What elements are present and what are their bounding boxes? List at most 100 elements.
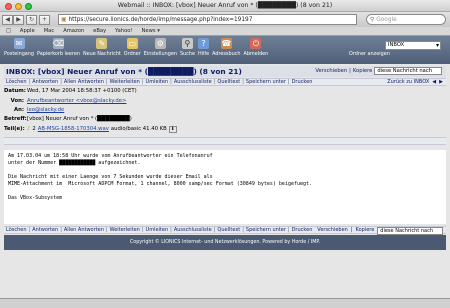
- action-print[interactable]: Drucken: [292, 79, 313, 85]
- bottom-action-reply[interactable]: Antworten: [32, 227, 58, 233]
- window-title: Webmail :: INBOX: [vbox] Neuer Anruf von…: [117, 2, 333, 9]
- settings-icon: ⚙: [154, 38, 166, 49]
- bookmark-ebay[interactable]: eBay: [93, 28, 106, 34]
- bookmark-yahoo[interactable]: Yahoo!: [115, 28, 132, 34]
- copy-link[interactable]: Kopiere: [353, 68, 372, 74]
- toolbar-inbox-button[interactable]: ✉ Posteingang: [4, 38, 34, 57]
- forward-button[interactable]: ▶: [13, 14, 24, 25]
- save-attachment-icon[interactable]: ⬇: [168, 125, 177, 133]
- action-reply[interactable]: Antworten: [32, 79, 58, 85]
- reload-icon: ↻: [28, 15, 35, 23]
- toolbar-logout-button[interactable]: ⏻ Abmelden: [243, 38, 268, 57]
- upper-divider-bar: [4, 137, 446, 145]
- toolbar-settings-button[interactable]: ⚙ Einstellungen: [144, 38, 177, 57]
- search-icon: ⚲: [181, 38, 193, 49]
- top-nav: Zurück zu INBOX ◀ ▶: [387, 79, 443, 85]
- search-field[interactable]: ⚲ Google: [366, 14, 446, 25]
- bottom-action-forward[interactable]: Weiterleiten: [110, 227, 140, 233]
- action-save-as[interactable]: Speichern unter: [246, 79, 286, 85]
- to-link[interactable]: leo@slacky.de: [27, 107, 64, 113]
- message-body: Am 17.03.04 um 18:58 Uhr wurde vom Anruf…: [4, 150, 446, 224]
- next-message-icon[interactable]: ▶: [439, 79, 443, 85]
- back-arrow-icon: ◀: [5, 15, 10, 23]
- logout-icon: ⏻: [250, 38, 262, 49]
- bottom-target-folder-select[interactable]: diese Nachricht nach: [377, 227, 443, 235]
- toolbar-compose-button[interactable]: ✎ Neue Nachricht: [83, 38, 121, 57]
- target-folder-select[interactable]: diese Nachricht nach: [374, 67, 442, 75]
- message-title-links: Verschieben | Kopiere diese Nachricht na…: [315, 67, 442, 75]
- bottom-copy-link[interactable]: Kopiere: [356, 227, 375, 235]
- browser-window: Webmail :: INBOX: [vbox] Neuer Anruf von…: [0, 0, 450, 308]
- top-action-bar: Löschen | Antworten | Allen Antworten | Wei…: [4, 78, 446, 86]
- zoom-window-button[interactable]: [25, 2, 32, 10]
- from-link[interactable]: Anrufbeantworter <vbox@slacky.de>: [27, 98, 126, 104]
- reload-button[interactable]: ↻: [26, 14, 37, 25]
- bottom-action-bar: Löschen | Antworten | Allen Antworten | Wei…: [4, 226, 446, 235]
- toolbar-help-button[interactable]: ? Hilfe: [198, 38, 209, 57]
- magnifier-icon: ⚲: [370, 16, 375, 23]
- back-button[interactable]: ◀: [2, 14, 13, 25]
- move-link[interactable]: Verschieben: [315, 68, 347, 74]
- action-forward[interactable]: Weiterleiten: [110, 79, 140, 85]
- header-parts-row: Teil(e): ♪ 2 AB-MSG-1858-170304.wav audi…: [4, 124, 446, 134]
- attachment-number: 2: [32, 126, 36, 132]
- date-label: Datum:: [4, 88, 26, 94]
- close-window-button[interactable]: [5, 2, 12, 10]
- url-text: https://secure.lionics.de/horde/imp/mess…: [68, 16, 253, 23]
- browser-status-bar: [0, 298, 450, 308]
- forward-arrow-icon: ▶: [16, 15, 21, 23]
- bottom-action-redirect[interactable]: Umleiten: [146, 227, 169, 233]
- bookmarks-book-icon[interactable]: □: [6, 28, 11, 34]
- action-reply-all[interactable]: Allen Antworten: [64, 79, 104, 85]
- browser-toolbar: ◀ ▶ ↻ + ▣ https://secure.lionics.de/hord…: [0, 12, 450, 27]
- folder-icon: ▭: [126, 38, 138, 49]
- attachment-link[interactable]: AB-MSG-1858-170304.wav: [38, 126, 109, 132]
- toolbar-search-button[interactable]: ⚲ Suche: [180, 38, 195, 57]
- bottom-action-reply-all[interactable]: Allen Antworten: [64, 227, 104, 233]
- action-redirect[interactable]: Umleiten: [146, 79, 169, 85]
- header-to-row: An: leo@slacky.de: [4, 106, 446, 114]
- attachment-item: ♪ 2 AB-MSG-1858-170304.wav audio/basic 4…: [27, 125, 177, 133]
- header-date-row: Datum: Wed, 17 Mar 2004 18:58:37 +0100 (…: [4, 87, 446, 95]
- show-folder-button[interactable]: Ordner anzeigen: [349, 51, 390, 57]
- action-blacklist[interactable]: Ausschlussliste: [174, 79, 212, 85]
- message-title: INBOX: [vbox] Neuer Anruf von * (███████…: [6, 67, 242, 76]
- folder-select[interactable]: INBOX: [385, 41, 441, 50]
- from-label: Von:: [10, 98, 24, 104]
- bottom-action-source[interactable]: Quelltext: [217, 227, 240, 233]
- action-source[interactable]: Quelltext: [217, 79, 240, 85]
- copyright-footer: Copyright © LIONICS Internet- und Netzwe…: [4, 235, 446, 250]
- subject-label: Betreff:: [4, 116, 27, 122]
- help-icon: ?: [198, 38, 210, 49]
- addressbook-icon: ☎: [220, 38, 232, 49]
- attachment-meta: audio/basic 41.40 KB: [110, 126, 167, 132]
- message-title-bar: INBOX: [vbox] Neuer Anruf von * (███████…: [4, 66, 446, 77]
- window-titlebar: Webmail :: INBOX: [vbox] Neuer Anruf von…: [0, 0, 450, 12]
- compose-icon: ✎: [96, 38, 108, 49]
- back-to-inbox-link[interactable]: Zurück zu INBOX: [387, 79, 429, 85]
- inbox-icon: ✉: [13, 38, 25, 49]
- add-bookmark-button[interactable]: +: [39, 14, 50, 25]
- bookmarks-bar: □ Apple Mac Amazon eBay Yahoo! News ▾: [0, 27, 450, 36]
- prev-message-icon[interactable]: ◀: [432, 79, 436, 85]
- toolbar-empty-trash-button[interactable]: ⌫ Papierkorb leeren: [37, 38, 80, 57]
- plus-icon: +: [41, 15, 48, 23]
- bookmark-apple[interactable]: Apple: [20, 28, 35, 34]
- bottom-action-save-as[interactable]: Speichern unter: [246, 227, 286, 233]
- bookmark-amazon[interactable]: Amazon: [63, 28, 84, 34]
- date-value: Wed, 17 Mar 2004 18:58:37 +0100 (CET): [27, 88, 137, 94]
- bottom-move-link[interactable]: Verschieben: [317, 227, 348, 235]
- toolbar-folders-button[interactable]: ▭ Ordner: [124, 38, 141, 57]
- action-delete[interactable]: Löschen: [6, 79, 27, 85]
- bottom-action-delete[interactable]: Löschen: [6, 227, 27, 233]
- to-label: An:: [14, 107, 24, 113]
- url-field[interactable]: ▣ https://secure.lionics.de/horde/imp/me…: [58, 14, 357, 25]
- toolbar-addressbook-button[interactable]: ☎ Adressbuch: [212, 38, 240, 57]
- audio-file-icon: ♪: [27, 126, 31, 132]
- parts-label: Teil(e):: [4, 126, 25, 132]
- bookmark-news[interactable]: News ▾: [142, 28, 160, 34]
- bottom-action-blacklist[interactable]: Ausschlussliste: [174, 227, 212, 233]
- bookmark-mac[interactable]: Mac: [44, 28, 55, 34]
- bottom-action-print[interactable]: Drucken: [292, 227, 313, 233]
- minimize-window-button[interactable]: [15, 2, 22, 10]
